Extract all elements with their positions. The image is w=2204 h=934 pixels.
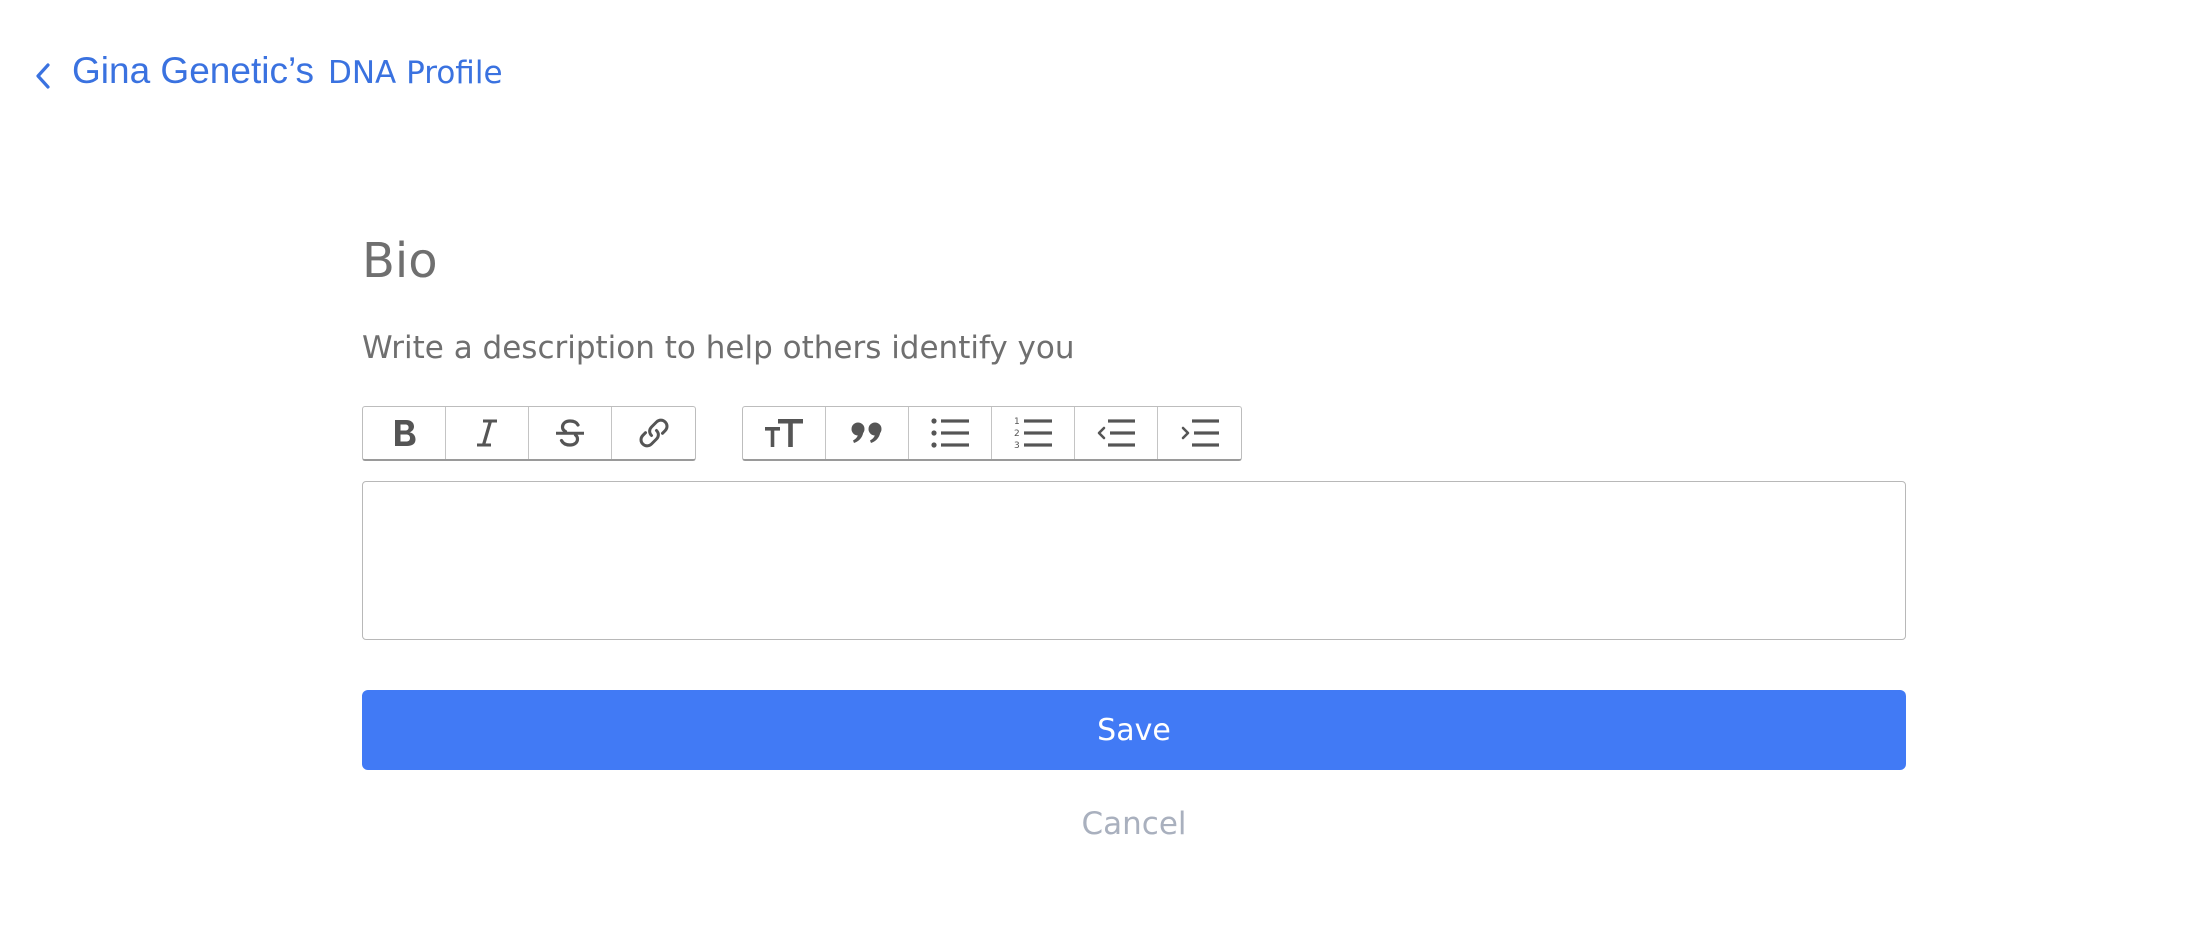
strikethrough-icon bbox=[553, 416, 587, 450]
bio-title: Bio bbox=[362, 233, 438, 289]
indent-icon bbox=[1180, 416, 1220, 450]
save-button[interactable]: Save bbox=[362, 690, 1906, 770]
numbered-list-button[interactable]: 1 2 3 bbox=[992, 407, 1075, 459]
outdent-icon bbox=[1096, 416, 1136, 450]
strikethrough-button[interactable] bbox=[529, 407, 612, 459]
back-link[interactable]: Gina Genetic’s DNA Profile bbox=[34, 50, 503, 102]
heading-icon bbox=[763, 416, 805, 450]
bio-form: Bio Write a description to help others i… bbox=[362, 226, 1906, 842]
indent-button[interactable] bbox=[1158, 407, 1241, 459]
link-button[interactable] bbox=[612, 407, 695, 459]
toolbar-group-block: 1 2 3 bbox=[742, 406, 1242, 461]
heading-button[interactable] bbox=[743, 407, 826, 459]
chevron-left-icon bbox=[34, 61, 56, 91]
quote-button[interactable] bbox=[826, 407, 909, 459]
svg-text:2: 2 bbox=[1014, 429, 1020, 439]
bold-icon bbox=[389, 417, 419, 449]
bio-editor[interactable] bbox=[362, 481, 1906, 640]
bold-button[interactable] bbox=[363, 407, 446, 459]
italic-icon bbox=[473, 417, 501, 449]
profile-owner-name: Gina Genetic’s bbox=[72, 50, 314, 91]
svg-text:1: 1 bbox=[1014, 417, 1020, 427]
numbered-list-icon: 1 2 3 bbox=[1013, 415, 1053, 451]
bio-description: Write a description to help others ident… bbox=[362, 330, 1075, 366]
profile-section-label: DNA Profile bbox=[328, 55, 503, 91]
quote-icon bbox=[848, 418, 886, 448]
toolbar-group-text-style bbox=[362, 406, 696, 461]
bullet-list-icon bbox=[930, 416, 970, 450]
editor-toolbar: 1 2 3 bbox=[362, 406, 1242, 461]
page: Gina Genetic’s DNA Profile Bio Write a d… bbox=[0, 0, 2204, 934]
link-icon bbox=[636, 415, 672, 451]
svg-text:3: 3 bbox=[1014, 441, 1020, 451]
italic-button[interactable] bbox=[446, 407, 529, 459]
outdent-button[interactable] bbox=[1075, 407, 1158, 459]
cancel-link[interactable]: Cancel bbox=[362, 804, 1906, 844]
bullet-list-button[interactable] bbox=[909, 407, 992, 459]
